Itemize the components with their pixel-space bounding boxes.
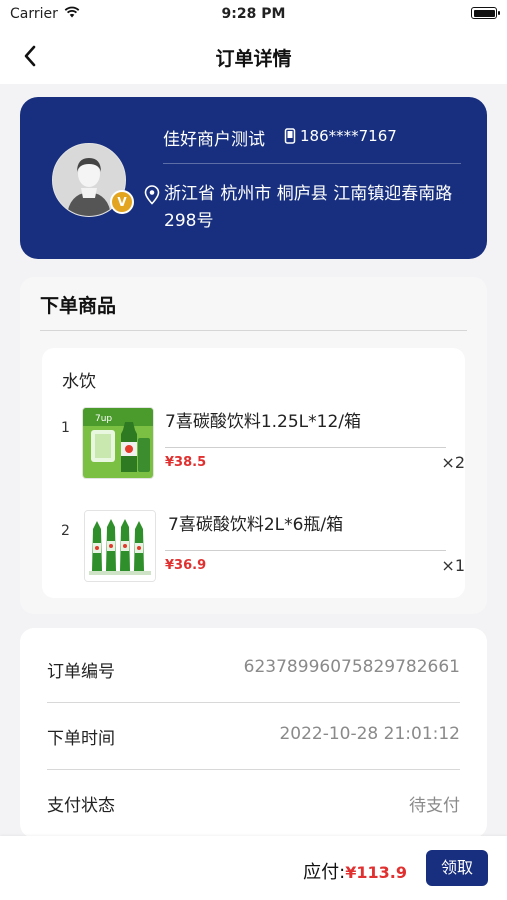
order-info-card: 订单编号 6237899607582978266​1 下单时间 2022-10-…	[20, 628, 487, 838]
payable-amount: 应付: ¥113.9	[303, 858, 407, 884]
product-price: ¥38.5	[165, 455, 207, 470]
status-bar: Carrier 9:28 PM	[0, 0, 507, 28]
status-time: 9:28 PM	[221, 6, 286, 22]
list-item[interactable]: 2 7喜碳酸饮料2L*6瓶/箱 ¥36.9 ×1	[42, 510, 465, 590]
payment-status-label: 支付状态	[47, 796, 115, 816]
goods-section: 下单商品 水饮 1 7up 7喜碳酸饮料1.25L*12/箱 ¥38.5 ×2 …	[20, 277, 487, 614]
battery-fill	[473, 9, 495, 17]
product-quantity: ×1	[441, 556, 465, 575]
goods-card: 水饮 1 7up 7喜碳酸饮料1.25L*12/箱 ¥38.5 ×2 2 7喜碳…	[42, 348, 465, 598]
category-label: 水饮	[62, 372, 96, 392]
product-name: 7喜碳酸饮料1.25L*12/箱	[165, 412, 361, 432]
order-time-value: 2022-10-28 21:01:12	[279, 724, 460, 744]
payment-status-value: 待支付	[409, 796, 460, 816]
goods-title: 下单商品	[40, 295, 117, 317]
product-image	[84, 510, 156, 582]
order-number-value: 6237899607582978266​1	[243, 657, 460, 677]
order-time-label: 下单时间	[47, 729, 115, 749]
nav-bar: 订单详情	[0, 28, 507, 84]
payment-status-row: 支付状态 待支付	[47, 769, 460, 837]
phone-icon	[284, 128, 296, 144]
svg-text:7up: 7up	[95, 414, 112, 424]
item-divider	[165, 447, 446, 448]
address-divider	[163, 163, 461, 164]
goods-divider	[40, 330, 467, 331]
battery-icon	[471, 7, 500, 19]
product-price: ¥36.9	[165, 558, 207, 573]
product-image: 7up	[82, 407, 154, 479]
order-time-row: 下单时间 2022-10-28 21:01:12	[47, 702, 460, 770]
phone-number: 186****7167	[300, 127, 397, 145]
location-pin-icon	[144, 185, 160, 205]
page-title: 订单详情	[215, 48, 292, 70]
shop-name: 佳好商户测试	[163, 130, 265, 150]
payable-value: ¥113.9	[345, 863, 407, 882]
bottom-bar: 应付: ¥113.9 领取	[0, 836, 507, 900]
item-divider	[165, 550, 446, 551]
address-row: 浙江省 杭州市 桐庐县 江南镇迎春南路298号	[144, 181, 469, 235]
item-index: 2	[61, 523, 70, 539]
product-quantity: ×2	[441, 453, 465, 472]
claim-button[interactable]: 领取	[426, 850, 488, 886]
order-number-label: 订单编号	[47, 662, 115, 682]
order-number-row: 订单编号 6237899607582978266​1	[47, 635, 460, 703]
address-text: 浙江省 杭州市 桐庐县 江南镇迎春南路298号	[164, 184, 453, 231]
payable-label: 应付:	[303, 862, 346, 883]
phone-info: 186****7167	[284, 127, 397, 145]
verified-badge: V	[110, 190, 134, 214]
address-card: 佳好商户测试 186****7167 浙江省 杭州市 桐庐县 江南镇迎春南路29…	[20, 97, 487, 259]
product-name: 7喜碳酸饮料2L*6瓶/箱	[168, 515, 344, 535]
list-item[interactable]: 1 7up 7喜碳酸饮料1.25L*12/箱 ¥38.5 ×2	[42, 407, 465, 487]
item-index: 1	[61, 420, 70, 436]
